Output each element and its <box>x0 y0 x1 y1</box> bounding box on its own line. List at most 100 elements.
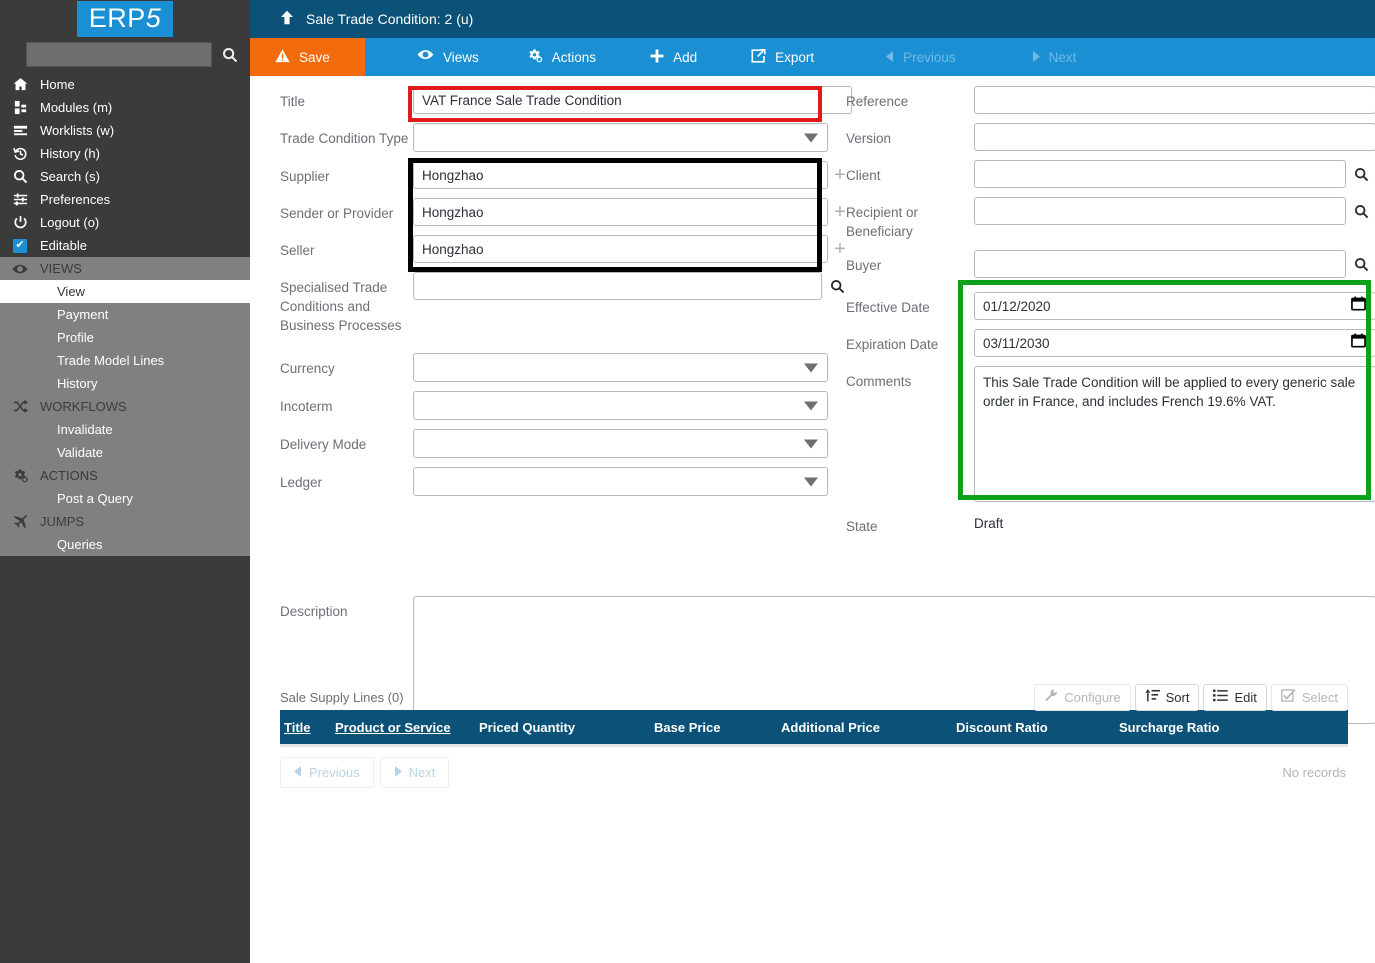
column-header-surcharge-ratio[interactable]: Surcharge Ratio <box>1119 720 1279 735</box>
views-label: Views <box>443 49 479 65</box>
ledger-select[interactable] <box>413 467 828 496</box>
sidebar-item-logout[interactable]: Logout (o) <box>0 211 250 234</box>
next-button[interactable]: Next <box>980 38 1101 76</box>
erp5-logo[interactable]: ERP5 <box>76 1 174 37</box>
listbox-actions: Configure Sort Edit Select <box>1034 683 1348 711</box>
checkbox-checked-icon[interactable]: ✔ <box>0 238 40 253</box>
action-toolbar: Save Views Actions Add Export Previous N… <box>250 38 1375 76</box>
trade-condition-type-select[interactable] <box>413 123 828 152</box>
sidebar-item-history-view[interactable]: History <box>0 372 250 395</box>
sidebar-filler <box>0 556 250 956</box>
wrench-icon <box>1044 689 1058 705</box>
field-ledger: Ledger + <box>280 467 852 496</box>
search-icon[interactable] <box>1346 257 1375 272</box>
views-button[interactable]: Views <box>365 38 503 76</box>
column-header-base-price[interactable]: Base Price <box>654 720 781 735</box>
incoterm-select[interactable] <box>413 391 828 420</box>
export-button[interactable]: Export <box>721 38 838 76</box>
field-trade-condition-type: Trade Condition Type + <box>280 123 852 152</box>
field-seller: Seller + <box>280 235 852 263</box>
sidebar-item-search[interactable]: Search (s) <box>0 165 250 188</box>
buyer-input[interactable] <box>974 250 1346 278</box>
sidebar-label: Payment <box>57 307 109 322</box>
sidebar-item-invalidate[interactable]: Invalidate <box>0 418 250 441</box>
field-supplier: Supplier + <box>280 161 852 189</box>
listbox-previous-button[interactable]: Previous <box>280 757 374 788</box>
sidebar-item-view[interactable]: View <box>0 280 250 303</box>
search-icon[interactable] <box>1346 167 1375 182</box>
field-label: Client <box>846 168 881 183</box>
search-icon[interactable] <box>1346 204 1375 219</box>
sidebar-item-preferences[interactable]: Preferences <box>0 188 250 211</box>
sidebar-item-payment[interactable]: Payment <box>0 303 250 326</box>
client-input[interactable] <box>974 160 1346 188</box>
select-button[interactable]: Select <box>1270 683 1348 711</box>
sidebar-item-post-a-query[interactable]: Post a Query <box>0 487 250 510</box>
field-state: State Draft <box>846 511 1375 536</box>
sidebar-item-validate[interactable]: Validate <box>0 441 250 464</box>
column-header-additional-price[interactable]: Additional Price <box>781 720 956 735</box>
sidebar: ERP5 Home Modules (m) Worklists (w) Hist… <box>0 0 250 963</box>
field-version: Version <box>846 123 1375 151</box>
power-icon <box>0 215 40 230</box>
configure-button[interactable]: Configure <box>1034 683 1131 711</box>
sidebar-item-queries[interactable]: Queries <box>0 533 250 556</box>
seller-input[interactable] <box>413 235 828 263</box>
column-header-priced-quantity[interactable]: Priced Quantity <box>479 720 654 735</box>
sort-icon <box>1145 689 1160 705</box>
edit-button[interactable]: Edit <box>1203 683 1267 711</box>
supplier-input[interactable] <box>413 161 828 189</box>
field-label: Seller <box>280 243 315 258</box>
sidebar-item-trade-model-lines[interactable]: Trade Model Lines <box>0 349 250 372</box>
reference-input[interactable] <box>974 86 1375 114</box>
actions-button[interactable]: Actions <box>503 38 620 76</box>
expiration-date-input[interactable] <box>974 329 1375 357</box>
sidebar-item-history[interactable]: History (h) <box>0 142 250 165</box>
sidebar-main-nav: Home Modules (m) Worklists (w) History (… <box>0 73 250 257</box>
form-right-column: Reference Version Client Recipient or Be… <box>846 86 1375 545</box>
no-records-label: No records <box>1282 765 1346 780</box>
main-area: Sale Trade Condition: 2 (u) Save Views A… <box>250 0 1375 963</box>
listbox-footer: Previous Next No records <box>280 747 1348 788</box>
version-input[interactable] <box>974 123 1375 151</box>
listbox-next-button[interactable]: Next <box>379 757 450 788</box>
gears-icon <box>0 468 40 483</box>
global-search-input[interactable] <box>26 42 212 67</box>
listbox-header: Sale Supply Lines (0) Configure Sort Edi… <box>280 683 1348 711</box>
specialised-input[interactable] <box>413 272 822 300</box>
effective-date-input[interactable] <box>974 292 1375 320</box>
column-header-title[interactable]: Title <box>280 720 335 735</box>
gears-icon <box>527 48 543 66</box>
modules-icon <box>0 100 40 115</box>
sidebar-item-home[interactable]: Home <box>0 73 250 96</box>
currency-select[interactable] <box>413 353 828 382</box>
sidebar-item-profile[interactable]: Profile <box>0 326 250 349</box>
comments-textarea[interactable]: This Sale Trade Condition will be applie… <box>974 366 1375 502</box>
save-button[interactable]: Save <box>250 38 365 76</box>
search-icon[interactable] <box>218 43 242 67</box>
sidebar-label: Preferences <box>40 192 111 207</box>
arrow-up-icon[interactable] <box>280 10 294 28</box>
recipient-input[interactable] <box>974 197 1346 225</box>
delivery-mode-select[interactable] <box>413 429 828 458</box>
previous-button[interactable]: Previous <box>838 38 980 76</box>
field-incoterm: Incoterm + <box>280 391 852 420</box>
previous-label: Previous <box>903 49 956 65</box>
column-header-product-or-service[interactable]: Product or Service <box>335 720 479 735</box>
field-label: Recipient or Beneficiary <box>846 205 919 239</box>
sidebar-section-actions: ACTIONS <box>0 464 250 487</box>
add-button[interactable]: Add <box>620 38 721 76</box>
sort-button[interactable]: Sort <box>1134 683 1200 711</box>
sidebar-label: Validate <box>57 445 104 460</box>
sender-input[interactable] <box>413 198 828 226</box>
field-label: Incoterm <box>280 399 333 414</box>
column-header-discount-ratio[interactable]: Discount Ratio <box>956 720 1119 735</box>
sidebar-label: Home <box>40 77 75 92</box>
field-label: Delivery Mode <box>280 437 367 452</box>
sidebar-item-worklists[interactable]: Worklists (w) <box>0 119 250 142</box>
sidebar-label: Editable <box>40 238 87 253</box>
sidebar-item-modules[interactable]: Modules (m) <box>0 96 250 119</box>
sliders-icon <box>0 192 40 207</box>
sidebar-item-editable[interactable]: ✔ Editable <box>0 234 250 257</box>
title-input[interactable] <box>413 86 852 114</box>
